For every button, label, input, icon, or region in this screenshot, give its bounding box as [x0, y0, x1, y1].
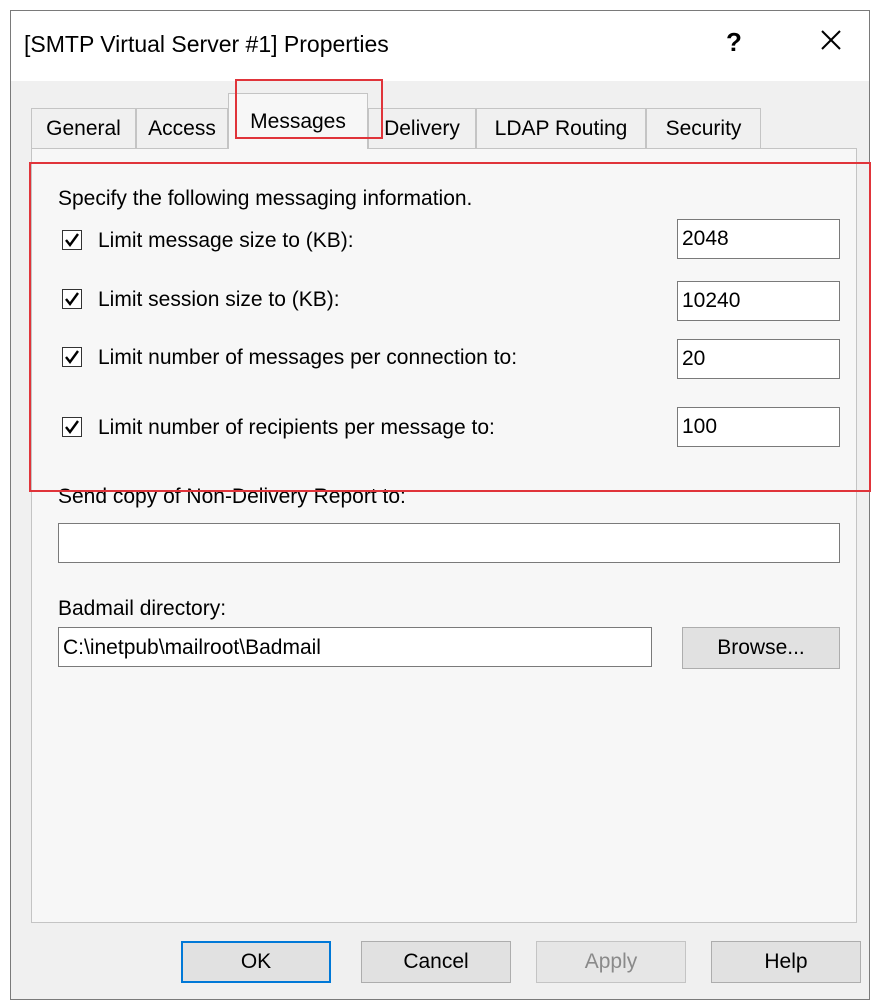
window-title: [SMTP Virtual Server #1] Properties	[24, 31, 389, 57]
help-button-label: Help	[764, 950, 808, 973]
messaging-limits-highlight-box	[29, 162, 871, 492]
cancel-button[interactable]: Cancel	[361, 941, 511, 983]
tab-general-label: General	[46, 116, 121, 140]
help-icon[interactable]: ?	[726, 27, 742, 58]
tab-ldap-routing[interactable]: LDAP Routing	[476, 108, 646, 148]
browse-button[interactable]: Browse...	[682, 627, 840, 669]
tab-general[interactable]: General	[31, 108, 136, 148]
tab-security-label: Security	[665, 116, 742, 140]
tab-ldap-routing-label: LDAP Routing	[494, 116, 628, 140]
ok-button[interactable]: OK	[181, 941, 331, 983]
tab-security[interactable]: Security	[646, 108, 761, 148]
help-button[interactable]: Help	[711, 941, 861, 983]
tab-delivery[interactable]: Delivery	[368, 108, 476, 148]
tab-delivery-label: Delivery	[384, 116, 460, 140]
cancel-button-label: Cancel	[403, 950, 469, 973]
properties-dialog: [SMTP Virtual Server #1] Properties ? Ge…	[10, 10, 871, 1000]
apply-button[interactable]: Apply	[536, 941, 686, 983]
browse-button-label: Browse...	[717, 636, 805, 659]
ndr-copy-input[interactable]	[58, 523, 840, 563]
tab-access[interactable]: Access	[136, 108, 228, 148]
ok-button-label: OK	[240, 950, 272, 973]
badmail-directory-label: Badmail directory:	[58, 597, 227, 620]
apply-button-label: Apply	[584, 950, 638, 973]
badmail-directory-input[interactable]	[58, 627, 652, 667]
tab-access-label: Access	[148, 116, 216, 140]
tab-highlight-box	[235, 79, 383, 139]
close-icon[interactable]	[816, 25, 846, 55]
title-bar: [SMTP Virtual Server #1] Properties ?	[11, 11, 869, 81]
